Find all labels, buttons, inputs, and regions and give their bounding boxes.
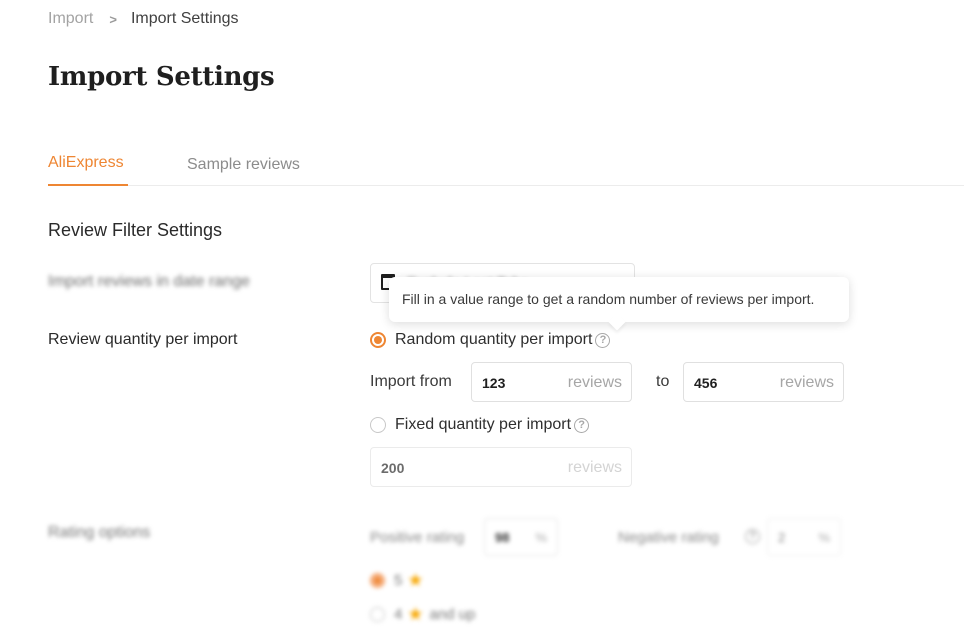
chevron-right-icon: >: [109, 11, 117, 27]
positive-rating-value: 98: [495, 530, 510, 545]
rating-4-radio[interactable]: [370, 607, 385, 622]
page-title: Import Settings: [48, 62, 275, 92]
date-range-label: Import reviews in date range: [48, 273, 250, 290]
fixed-quantity-value: 200: [381, 460, 405, 476]
and-up-label: and up: [429, 606, 476, 623]
rating-value: 5: [394, 572, 403, 589]
fixed-quantity-label: Fixed quantity per import: [395, 416, 572, 433]
random-quantity-option[interactable]: Random quantity per import ?: [370, 331, 611, 349]
rating-options-label: Rating options: [48, 524, 151, 541]
breadcrumb-import-link[interactable]: Import: [48, 10, 93, 28]
negative-rating-value: 2: [778, 530, 786, 545]
import-from-value: 123: [482, 375, 506, 391]
import-from-input[interactable]: 123 reviews: [471, 362, 632, 402]
reviews-suffix: reviews: [779, 374, 834, 391]
star-icon: ★: [407, 604, 424, 624]
percent-suffix: %: [535, 530, 547, 545]
help-icon[interactable]: ?: [595, 332, 611, 348]
random-quantity-label: Random quantity per import: [395, 331, 593, 348]
rating-value: 4: [394, 606, 403, 623]
rating-option-4-stars-and-up[interactable]: 4 ★ and up: [370, 604, 475, 625]
rating-options: Positive rating 98 % Negative rating ? 2…: [370, 515, 870, 628]
to-label: to: [656, 373, 670, 390]
random-quantity-radio[interactable]: [370, 332, 386, 348]
tab-aliexpress[interactable]: AliExpress: [48, 154, 128, 186]
negative-rating-input[interactable]: 2 %: [767, 518, 841, 556]
tab-sample-reviews[interactable]: Sample reviews: [187, 156, 300, 188]
help-icon[interactable]: ?: [745, 529, 760, 544]
star-icon: ★: [407, 570, 424, 590]
help-icon[interactable]: ?: [574, 417, 590, 433]
breadcrumb-current: Import Settings: [130, 10, 239, 27]
help-tooltip: Fill in a value range to get a random nu…: [389, 277, 849, 322]
review-quantity-label: Review quantity per import: [48, 331, 238, 348]
rating-5-radio[interactable]: [370, 573, 385, 588]
import-from-label: Import from: [370, 373, 452, 390]
positive-rating-input[interactable]: 98 %: [484, 518, 558, 556]
positive-rating-label: Positive rating: [370, 529, 465, 546]
breadcrumb: Import > Import Settings: [48, 9, 239, 29]
import-to-value: 456: [694, 375, 718, 391]
tab-bar: AliExpress Sample reviews: [48, 150, 964, 186]
fixed-quantity-input[interactable]: 200 reviews: [370, 447, 632, 487]
percent-suffix: %: [818, 530, 830, 545]
fixed-quantity-option[interactable]: Fixed quantity per import ?: [370, 416, 590, 434]
tooltip-text: Fill in a value range to get a random nu…: [402, 291, 815, 307]
section-title: Review Filter Settings: [48, 220, 223, 240]
negative-rating-label: Negative rating: [618, 529, 719, 546]
import-to-input[interactable]: 456 reviews: [683, 362, 844, 402]
reviews-suffix: reviews: [567, 459, 622, 476]
fixed-quantity-radio[interactable]: [370, 417, 386, 433]
rating-option-5-stars[interactable]: 5 ★: [370, 570, 429, 591]
reviews-suffix: reviews: [567, 374, 622, 391]
